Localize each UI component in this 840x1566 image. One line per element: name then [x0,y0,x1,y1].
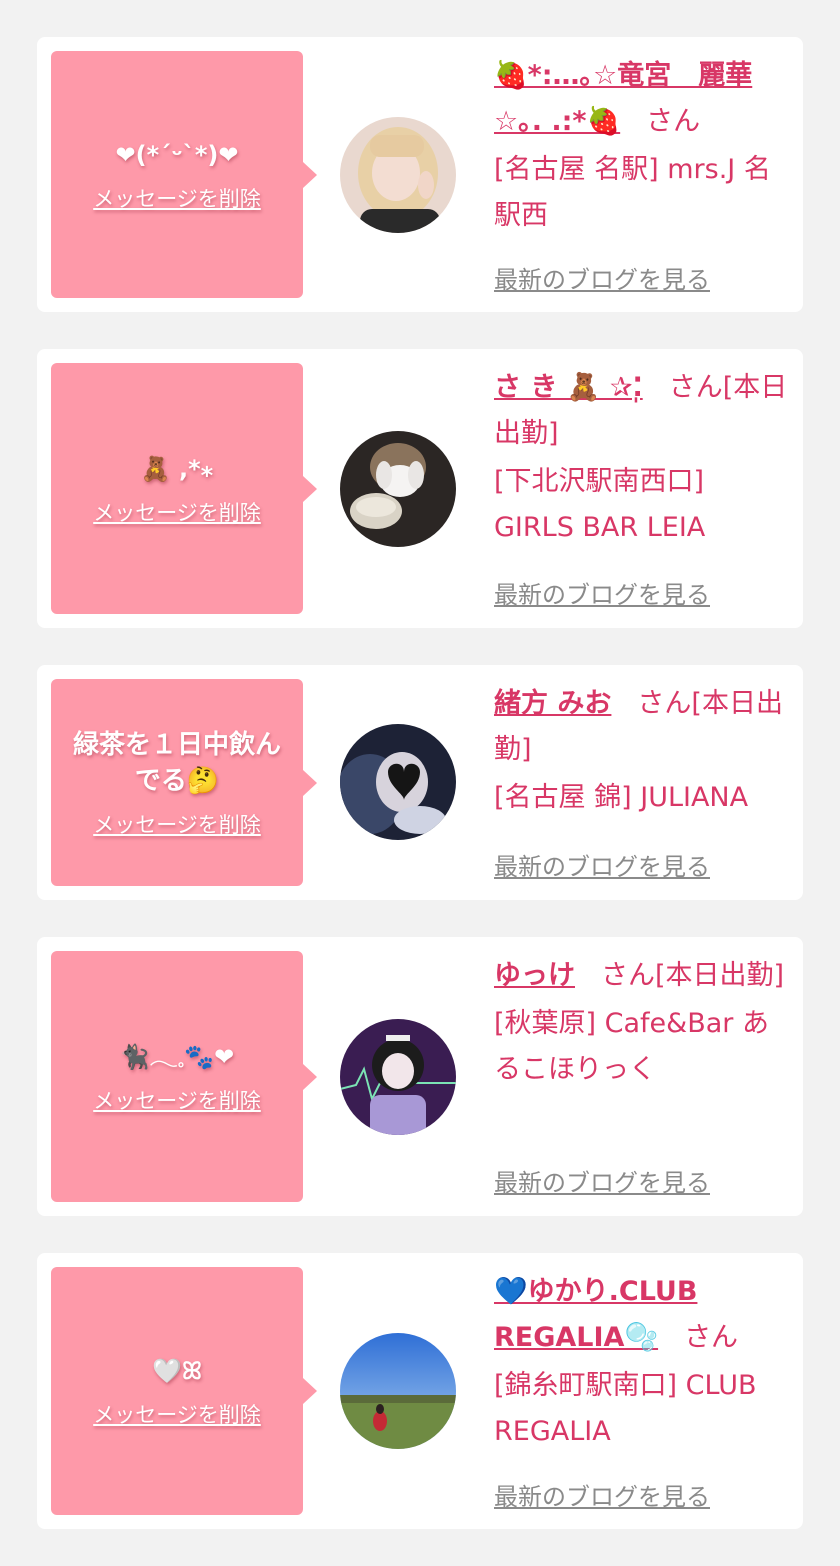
user-name-link[interactable]: 🍓*:…｡☆竜宮 麗華☆｡. .:*🍓 [494,60,752,137]
message-text: 🐈‍⬛𓂃𓈒🐾❤ [119,1042,235,1071]
entry-info: さ き 🧸 ✰⁚̩ さん[本日出勤] [下北沢駅南西口] GIRLS BAR LE… [494,365,789,551]
delete-message-button[interactable]: メッセージを削除 [93,809,261,839]
message-text: 🧸 ,*⁎ [140,454,214,483]
delete-message-button[interactable]: メッセージを削除 [93,1399,261,1429]
avatar[interactable] [340,1333,456,1449]
message-bubble: ❤(*´ᵕ`*)❤ メッセージを削除 [51,51,317,298]
san-suffix: さん[本日出勤] [601,960,785,991]
latest-blog-link[interactable]: 最新のブログを見る [494,847,710,882]
latest-blog-link[interactable]: 最新のブログを見る [494,575,710,610]
avatar[interactable] [340,1019,456,1135]
delete-message-button[interactable]: メッセージを削除 [93,497,261,527]
user-name-link[interactable]: さ き 🧸 ✰⁚̩ [494,372,643,403]
entry-info: ゆっけ さん[本日出勤] [秋葉原] Cafe&Bar あるこほりっく [494,953,789,1093]
entry-info: 💙ゆかり.CLUB REGALIA🫧 さん [錦糸町駅南口] CLUB REGAL… [494,1269,789,1455]
avatar[interactable] [340,431,456,547]
user-name-link[interactable]: ゆっけ [494,960,575,991]
user-name-link[interactable]: 緒方 みお [494,688,611,719]
shop-label: [名古屋 名駅] mrs.J 名駅西 [494,154,771,231]
delete-message-button[interactable]: メッセージを削除 [93,183,261,213]
shop-label: [下北沢駅南西口] GIRLS BAR LEIA [494,466,706,543]
list-item: 🐈‍⬛𓂃𓈒🐾❤ メッセージを削除 ゆっけ さん[本日出勤] [秋葉原] Cafe&… [37,937,803,1216]
delete-message-button[interactable]: メッセージを削除 [93,1085,261,1115]
message-list: ❤(*´ᵕ`*)❤ メッセージを削除 🍓*:…｡☆竜宮 麗華☆｡. .:*🍓 さん… [37,37,803,1566]
shop-label: [名古屋 錦] JULIANA [494,782,749,813]
list-item: ❤(*´ᵕ`*)❤ メッセージを削除 🍓*:…｡☆竜宮 麗華☆｡. .:*🍓 さん… [37,37,803,312]
message-bubble: 🐈‍⬛𓂃𓈒🐾❤ メッセージを削除 [51,951,317,1202]
message-text: ❤(*´ᵕ`*)❤ [115,140,239,169]
message-text: 緑茶を１日中飲んでる🤔 [72,729,281,796]
latest-blog-link[interactable]: 最新のブログを見る [494,1163,710,1198]
shop-label: [錦糸町駅南口] CLUB REGALIA [494,1370,757,1447]
latest-blog-link[interactable]: 最新のブログを見る [494,260,710,295]
list-item: 🤍ꕤ メッセージを削除 💙ゆかり.CLUB REGALIA🫧 さん [錦糸町駅南… [37,1253,803,1529]
message-bubble: 🤍ꕤ メッセージを削除 [51,1267,317,1515]
list-item: 🧸 ,*⁎ メッセージを削除 さ き 🧸 ✰⁚̩ さん[本日出勤] [下北沢駅南西… [37,349,803,628]
shop-label: [秋葉原] Cafe&Bar あるこほりっく [494,1008,769,1085]
avatar[interactable] [340,724,456,840]
list-item: 緑茶を１日中飲んでる🤔 メッセージを削除 緒方 みお さん[本日出勤] [名古屋 … [37,665,803,900]
avatar[interactable] [340,117,456,233]
entry-info: 緒方 みお さん[本日出勤] [名古屋 錦] JULIANA [494,681,789,821]
san-suffix: さん [684,1322,739,1353]
message-bubble: 緑茶を１日中飲んでる🤔 メッセージを削除 [51,679,317,886]
user-name-link[interactable]: 💙ゆかり.CLUB REGALIA🫧 [494,1276,697,1353]
message-text: 🤍ꕤ [152,1357,202,1385]
entry-info: 🍓*:…｡☆竜宮 麗華☆｡. .:*🍓 さん [名古屋 名駅] mrs.J 名駅西 [494,53,789,239]
san-suffix: さん [646,106,701,137]
latest-blog-link[interactable]: 最新のブログを見る [494,1477,710,1512]
message-bubble: 🧸 ,*⁎ メッセージを削除 [51,363,317,614]
